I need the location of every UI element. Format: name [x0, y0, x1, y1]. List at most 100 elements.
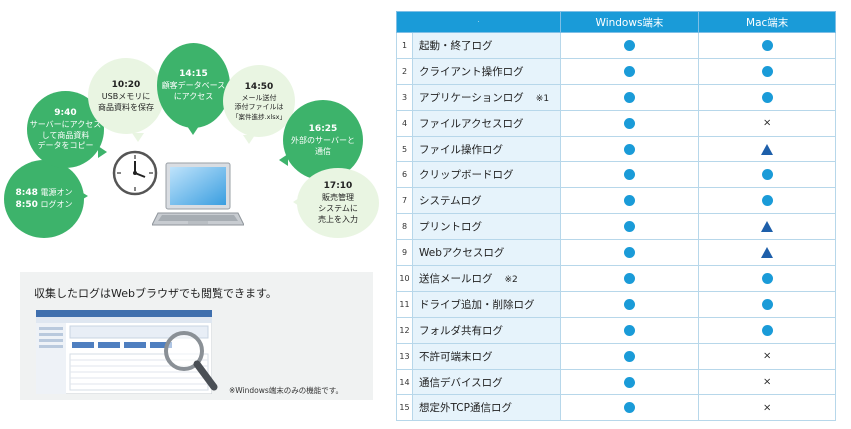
supported-circle-icon: [761, 298, 773, 310]
row-number: 10: [396, 265, 413, 292]
supported-circle-icon: [761, 272, 773, 284]
row-number: 7: [396, 187, 413, 215]
supported-circle-icon: [761, 39, 773, 51]
supported-circle-icon: [623, 324, 635, 336]
log-type-label: フォルダ共有ログ: [418, 324, 503, 337]
footnote-tag: ※2: [504, 274, 518, 285]
row-number: 15: [396, 394, 413, 422]
supported-circle-icon: [623, 221, 635, 233]
mac-support-cell: ×: [698, 109, 836, 137]
timeline-bubble-power-on: 8:48 電源オン 8:50 ログオン: [4, 160, 88, 238]
log-type-label: システムログ: [418, 195, 482, 208]
log-type-label: ドライブ追加・削除ログ: [418, 298, 535, 311]
log-type-cell: システムログ: [411, 187, 561, 215]
log-type-label: クリップボードログ: [418, 169, 514, 182]
footnote-tag: ※1: [535, 93, 550, 104]
bubble-text: 通信: [315, 146, 331, 156]
bubble-text: にアクセス: [173, 92, 214, 102]
row-number: 11: [396, 290, 413, 318]
mac-support-cell: ×: [698, 342, 836, 370]
log-type-label: アプリケーションログ: [418, 91, 524, 104]
timeline-bubble-usb-save: 10:20 USBメモリに 商品資料を保存: [88, 58, 164, 142]
supported-circle-icon: [623, 376, 635, 388]
windows-support-cell: [559, 109, 700, 137]
table-body: 1 起動・終了ログ 2 クライアント操作ログ 3 アプリケーションログ ※1 4 ファイルアクセ…: [396, 32, 836, 422]
mac-support-cell: ×: [698, 394, 836, 422]
log-type-cell: Webアクセスログ: [411, 239, 561, 267]
row-number: 2: [396, 57, 413, 85]
windows-support-cell: [559, 187, 700, 215]
supported-circle-icon: [623, 272, 635, 284]
table-row: 6 クリップボードログ: [396, 161, 836, 189]
log-type-cell: ドライブ追加・削除ログ: [411, 290, 561, 318]
mac-support-cell: [698, 135, 836, 163]
bubble-time: 14:15: [179, 69, 208, 80]
row-number: 13: [396, 342, 413, 370]
windows-support-cell: [559, 342, 700, 370]
bubble-time: 8:48: [15, 187, 38, 198]
mac-support-cell: [698, 32, 836, 59]
row-number: 6: [396, 161, 413, 189]
table-row: 4 ファイルアクセスログ ×: [396, 109, 836, 137]
supported-circle-icon: [761, 91, 773, 103]
windows-support-cell: [559, 135, 700, 163]
bubble-time: 9:40: [54, 107, 77, 118]
bubble-time: 10:20: [111, 79, 141, 90]
bubble-text: USBメモリに: [101, 91, 151, 101]
supported-circle-icon: [761, 195, 773, 207]
browser-info-panel: 収集したログはWebブラウザでも閲覧できます。 ※Windows端末のみの機能で…: [20, 272, 373, 400]
mac-support-cell: [698, 290, 836, 318]
log-type-cell: ファイル操作ログ: [411, 135, 561, 163]
log-type-cell: 送信メールログ ※2: [411, 265, 561, 292]
windows-support-cell: [559, 368, 700, 396]
log-type-label: プリントログ: [418, 221, 482, 234]
log-type-label: ファイルアクセスログ: [418, 117, 524, 130]
windows-support-cell: [559, 290, 700, 318]
unsupported-cross-icon: ×: [762, 402, 772, 414]
table-row: 2 クライアント操作ログ: [396, 57, 836, 85]
windows-support-cell: [559, 32, 700, 59]
row-number: 14: [396, 368, 413, 396]
windows-support-cell: [559, 239, 700, 267]
mac-support-cell: [698, 316, 836, 344]
windows-support-cell: [559, 161, 700, 189]
mac-support-cell: [698, 57, 836, 85]
bubble-text: ログオン: [40, 200, 73, 209]
supported-circle-icon: [623, 350, 635, 362]
bubble-text: メール送付: [241, 93, 277, 102]
supported-circle-icon: [761, 324, 773, 336]
bubble-text: 商品資料を保存: [98, 102, 154, 112]
header-mac: Mac端末: [698, 11, 836, 33]
table-row: 7 システムログ: [396, 187, 836, 215]
partial-triangle-icon: [761, 143, 774, 155]
supported-circle-icon: [623, 247, 635, 259]
row-number: 5: [396, 135, 413, 163]
log-type-label: Webアクセスログ: [418, 247, 505, 260]
bubble-text: サーバーにアクセス: [29, 119, 102, 129]
bubble-text: 電源オン: [40, 187, 73, 197]
row-number: 3: [396, 83, 413, 111]
bubble-text: 外部のサーバーと: [291, 135, 355, 145]
table-row: 9 Webアクセスログ: [396, 239, 836, 267]
mac-support-cell: [698, 83, 836, 111]
mac-support-cell: [698, 213, 836, 241]
unsupported-cross-icon: ×: [762, 350, 772, 362]
magnifier-icon: [164, 331, 218, 391]
table-row: 14 通信デバイスログ ×: [396, 368, 836, 396]
supported-circle-icon: [761, 65, 773, 77]
mac-support-cell: [698, 239, 836, 267]
mac-support-cell: [698, 265, 836, 292]
log-type-cell: フォルダ共有ログ: [411, 316, 561, 344]
mac-support-cell: [698, 187, 836, 215]
table-row: 3 アプリケーションログ ※1: [396, 83, 836, 111]
table-row: 8 プリントログ: [396, 213, 836, 241]
log-support-table: · Windows端末 Mac端末 1 起動・終了ログ 2 クライアント操作ログ 3 アプ…: [396, 11, 836, 422]
windows-support-cell: [559, 213, 700, 241]
table-row: 11 ドライブ追加・削除ログ: [396, 290, 836, 318]
supported-circle-icon: [623, 169, 635, 181]
log-type-cell: アプリケーションログ ※1: [411, 83, 561, 111]
timeline-bubble-database: 14:15 顧客データベース にアクセス: [157, 43, 230, 135]
bubble-time: 14:50: [244, 81, 274, 92]
timeline-bubble-external-server: 16:25 外部のサーバーと 通信: [279, 100, 363, 180]
header-blank: ·: [396, 11, 561, 33]
